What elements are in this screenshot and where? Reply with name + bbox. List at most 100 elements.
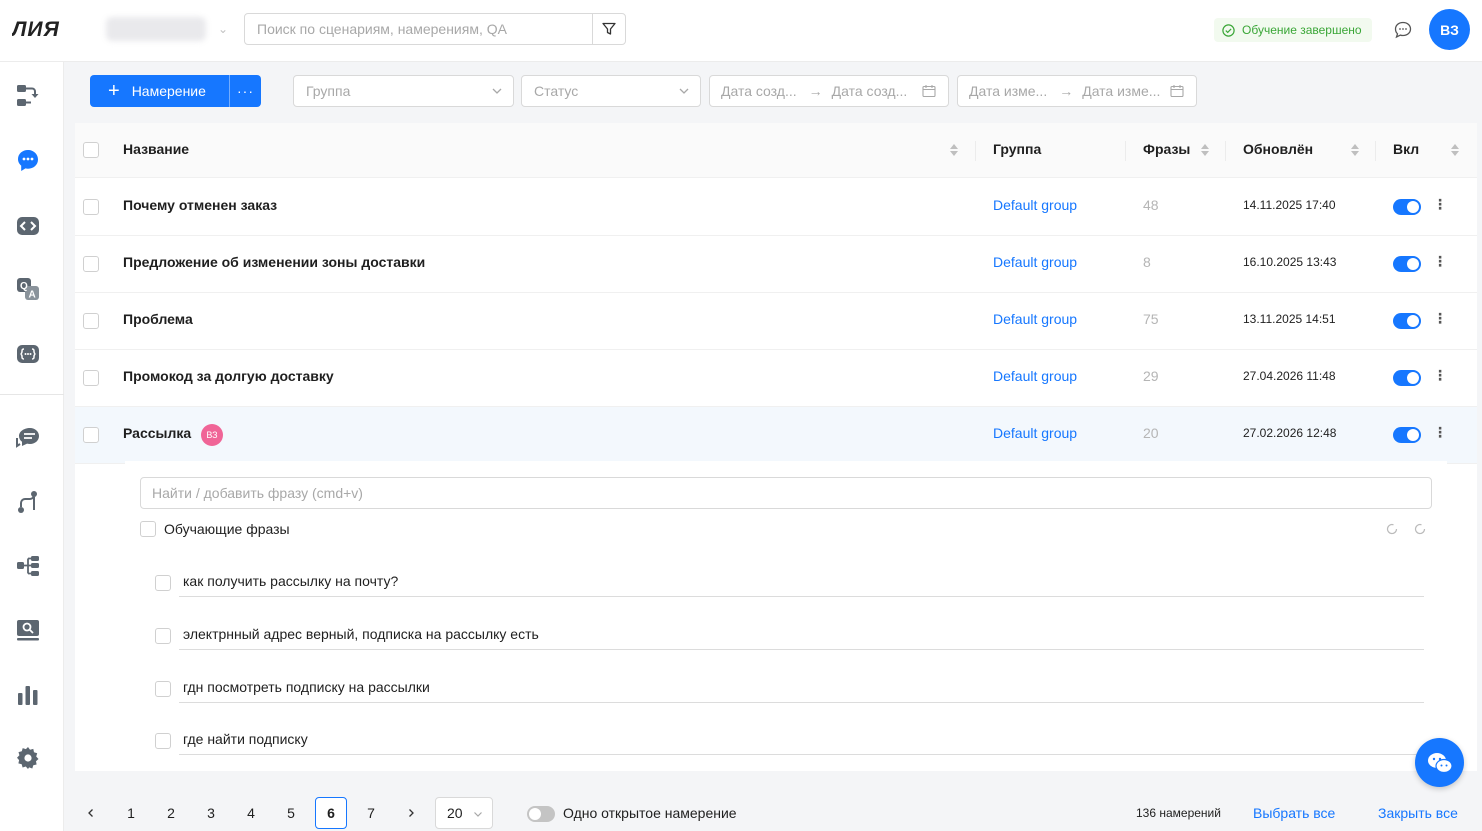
modified-to-input[interactable]: Дата изме... — [1082, 83, 1160, 99]
search-input[interactable] — [245, 14, 593, 44]
select-all-checkbox[interactable] — [83, 142, 99, 158]
phrase-text[interactable]: где найти подписку — [183, 731, 308, 747]
sort-icon[interactable] — [1450, 143, 1460, 157]
sidebar-item-qa[interactable]: QA — [14, 275, 42, 303]
phrase-checkbox[interactable] — [155, 733, 171, 749]
phrase-item[interactable]: электрнный адрес верный, подписка на рас… — [155, 622, 1425, 652]
phrase-text[interactable]: гдн посмотреть подписку на рассылки — [183, 679, 430, 695]
phrase-text[interactable]: электрнный адрес верный, подписка на рас… — [183, 626, 539, 642]
page-button[interactable]: 1 — [115, 797, 147, 829]
group-filter-select[interactable]: Группа — [293, 75, 514, 107]
intent-name[interactable]: Проблема — [123, 311, 193, 327]
refresh-icon[interactable] — [1413, 522, 1427, 536]
sidebar-item-variables[interactable] — [14, 340, 42, 368]
support-chat-button[interactable] — [1415, 738, 1464, 787]
sidebar-item-dialogs[interactable] — [14, 424, 42, 452]
sidebar-item-settings[interactable] — [14, 744, 42, 772]
page-button[interactable]: 4 — [235, 797, 267, 829]
intent-name[interactable]: Почему отменен заказ — [123, 197, 277, 213]
chevron-down-icon[interactable]: ⌄ — [218, 22, 228, 36]
select-all-link[interactable]: Выбрать все — [1253, 805, 1335, 821]
phrase-item[interactable]: как получить рассылку на почту? — [155, 569, 1425, 599]
column-name[interactable]: Название — [123, 141, 189, 157]
close-all-link[interactable]: Закрыть все — [1378, 805, 1458, 821]
intent-enabled-toggle[interactable] — [1393, 370, 1421, 386]
page-button[interactable]: 7 — [355, 797, 387, 829]
sidebar-item-scenarios[interactable] — [14, 82, 42, 110]
intent-group-link[interactable]: Default group — [993, 425, 1077, 441]
table-row[interactable]: Промокод за долгую доставку Default grou… — [75, 350, 1477, 407]
column-group[interactable]: Группа — [993, 141, 1041, 157]
page-size-select[interactable]: 20 — [435, 797, 493, 829]
intent-group-link[interactable]: Default group — [993, 311, 1077, 327]
sidebar-item-testing[interactable] — [14, 616, 42, 644]
intent-name[interactable]: Рассылка — [123, 425, 191, 441]
row-checkbox[interactable] — [83, 199, 99, 215]
sidebar-item-code[interactable] — [14, 212, 42, 240]
intent-enabled-toggle[interactable] — [1393, 256, 1421, 272]
phrase-search-input[interactable] — [140, 477, 1432, 509]
table-row-expanded[interactable]: Рассылка ВЗ Default group 20 27.02.2026 … — [75, 407, 1477, 464]
page-button[interactable]: 2 — [155, 797, 187, 829]
intent-enabled-toggle[interactable] — [1393, 427, 1421, 443]
intent-name[interactable]: Предложение об изменении зоны доставки — [123, 254, 425, 270]
variables-icon — [17, 345, 39, 363]
more-vertical-icon[interactable]: ⋮ — [1433, 310, 1447, 327]
created-from-input[interactable]: Дата созд... — [721, 83, 797, 99]
column-updated[interactable]: Обновлён — [1243, 141, 1313, 157]
sort-icon[interactable] — [1200, 143, 1210, 157]
filter-button[interactable] — [592, 14, 625, 44]
column-phrases[interactable]: Фразы — [1143, 141, 1190, 157]
created-to-input[interactable]: Дата созд... — [832, 83, 908, 99]
more-vertical-icon[interactable]: ⋮ — [1433, 367, 1447, 384]
single-open-label: Одно открытое намерение — [563, 805, 737, 821]
intent-group-link[interactable]: Default group — [993, 368, 1077, 384]
modified-date-range[interactable]: Дата изме... → Дата изме... — [957, 75, 1197, 107]
single-open-toggle[interactable] — [527, 806, 555, 822]
app-logo[interactable]: ЛИЯ — [12, 17, 92, 41]
column-enabled[interactable]: Вкл — [1393, 141, 1419, 157]
more-vertical-icon[interactable]: ⋮ — [1433, 196, 1447, 213]
page-button[interactable]: 3 — [195, 797, 227, 829]
status-filter-select[interactable]: Статус — [521, 75, 701, 107]
prev-page-button[interactable] — [75, 797, 107, 829]
sort-icon[interactable] — [949, 143, 959, 157]
sidebar-item-routes[interactable] — [14, 488, 42, 516]
current-page-button[interactable]: 6 — [315, 797, 347, 829]
row-checkbox[interactable] — [83, 370, 99, 386]
table-row[interactable]: Проблема Default group 75 13.11.2025 14:… — [75, 293, 1477, 350]
intent-group-link[interactable]: Default group — [993, 197, 1077, 213]
phrase-checkbox[interactable] — [155, 575, 171, 591]
phrase-text[interactable]: как получить рассылку на почту? — [183, 573, 398, 589]
page-button[interactable]: 5 — [275, 797, 307, 829]
next-page-button[interactable] — [395, 797, 427, 829]
add-intent-more-button[interactable]: ··· — [229, 75, 261, 107]
row-checkbox[interactable] — [83, 256, 99, 272]
phrase-checkbox[interactable] — [155, 628, 171, 644]
phrase-item[interactable]: где найти подписку — [155, 727, 1425, 757]
intent-group-link[interactable]: Default group — [993, 254, 1077, 270]
sort-icon[interactable] — [1350, 143, 1360, 157]
table-row[interactable]: Почему отменен заказ Default group 48 14… — [75, 179, 1477, 236]
intent-name[interactable]: Промокод за долгую доставку — [123, 368, 334, 384]
messages-icon[interactable] — [1393, 20, 1413, 40]
modified-from-input[interactable]: Дата изме... — [969, 83, 1047, 99]
phrase-item[interactable]: гдн посмотреть подписку на рассылки — [155, 675, 1425, 705]
row-checkbox[interactable] — [83, 427, 99, 443]
created-date-range[interactable]: Дата созд... → Дата созд... — [709, 75, 949, 107]
sidebar-item-analytics[interactable] — [14, 681, 42, 709]
intent-enabled-toggle[interactable] — [1393, 313, 1421, 329]
more-vertical-icon[interactable]: ⋮ — [1433, 253, 1447, 270]
sidebar-item-intents[interactable] — [14, 147, 42, 175]
row-checkbox[interactable] — [83, 313, 99, 329]
project-selector[interactable] — [106, 17, 206, 41]
select-all-phrases-checkbox[interactable] — [140, 521, 156, 537]
user-avatar[interactable]: ВЗ — [1429, 9, 1470, 50]
phrase-checkbox[interactable] — [155, 681, 171, 697]
refresh-icon[interactable] — [1385, 522, 1399, 536]
table-row[interactable]: Предложение об изменении зоны доставки D… — [75, 236, 1477, 293]
add-intent-button[interactable]: + Намерение — [90, 75, 229, 107]
intent-enabled-toggle[interactable] — [1393, 199, 1421, 215]
sidebar-item-structure[interactable] — [14, 552, 42, 580]
more-vertical-icon[interactable]: ⋮ — [1433, 424, 1447, 441]
